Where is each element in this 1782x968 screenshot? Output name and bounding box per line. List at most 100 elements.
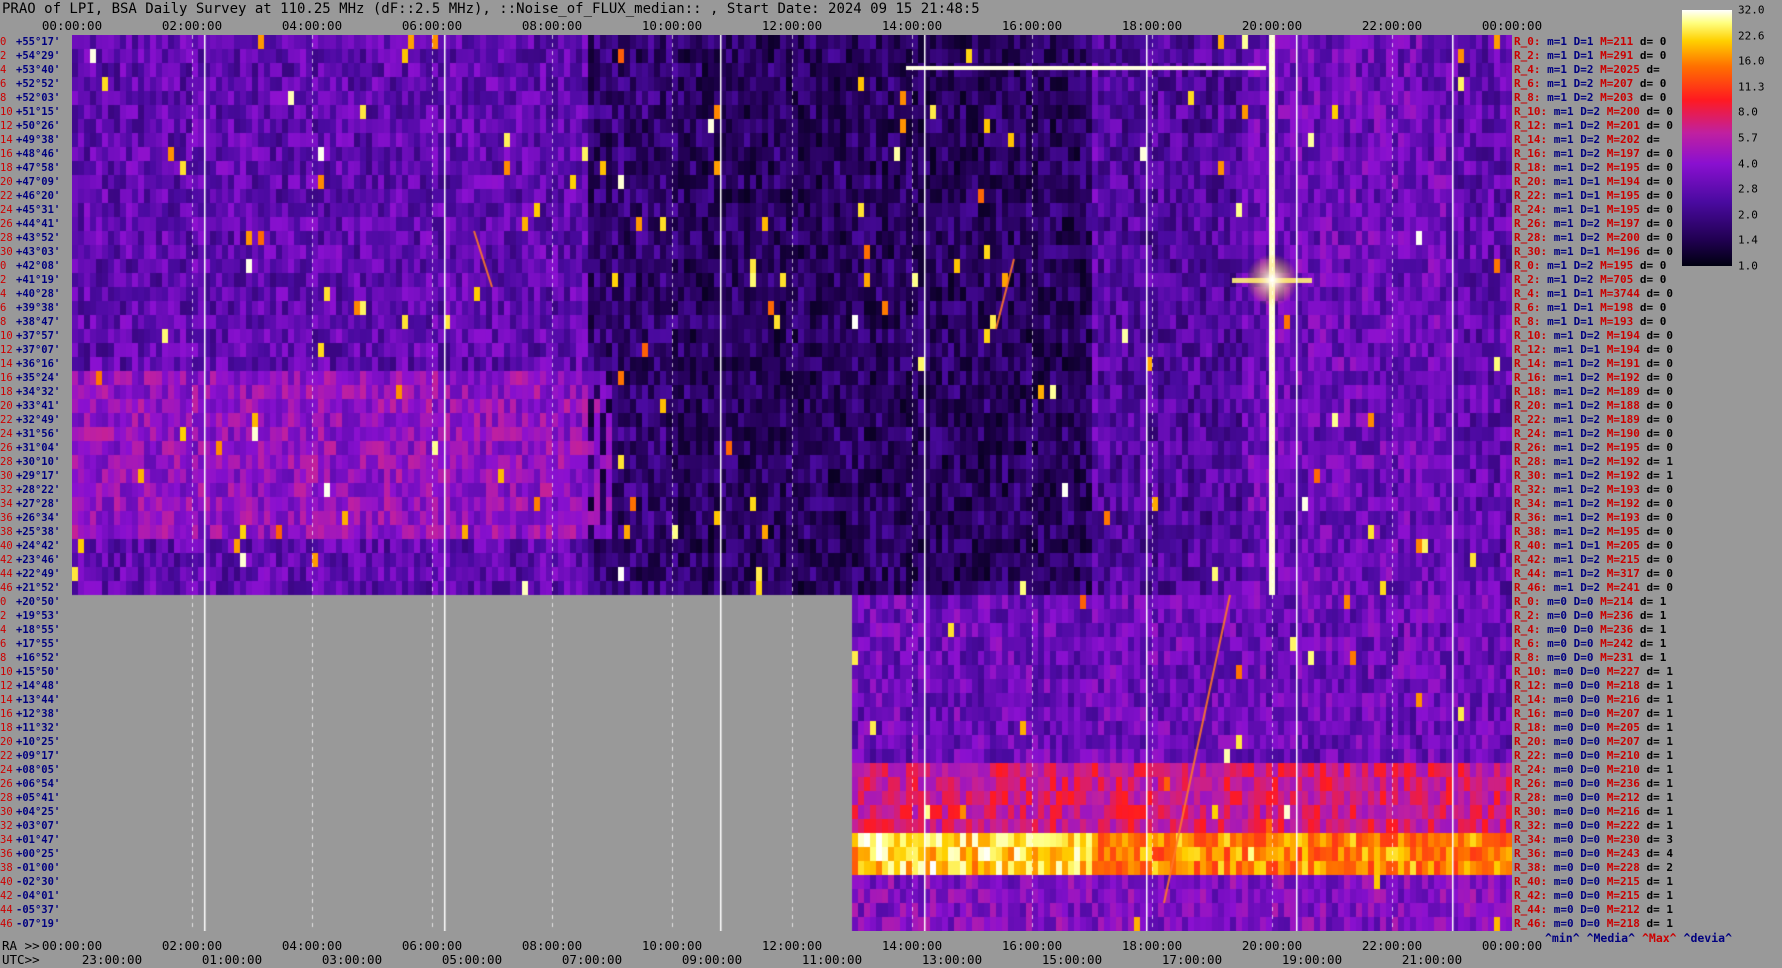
row-declination: +46°20' xyxy=(16,190,61,202)
row-index: 28 xyxy=(0,456,13,468)
dec-row-label: 2 +41°19' xyxy=(0,273,60,287)
beam-max: M=192 xyxy=(1606,371,1647,384)
row-declination: +12°38' xyxy=(16,708,61,720)
dec-row-label: 28 +43°52' xyxy=(0,231,60,245)
ra-time-axis: 00:00:00 02:00:00 04:00:00 06:00:00 08:00:00… xyxy=(0,938,1542,953)
beam-min-dev: m=1 D=2 xyxy=(1553,147,1607,160)
legend-max: ^Max^ xyxy=(1641,931,1677,945)
beam-name: R_28: xyxy=(1514,791,1554,804)
row-index: 14 xyxy=(0,694,13,706)
row-index: 28 xyxy=(0,792,13,804)
beam-row: R_34: m=1 D=2 M=192 d= 0 xyxy=(1514,497,1673,511)
utc-tick-label: 01:00:00 xyxy=(201,952,263,967)
beam-name: R_2: xyxy=(1514,49,1548,62)
row-index: 46 xyxy=(0,918,13,930)
beam-min-dev: m=1 D=2 xyxy=(1553,581,1607,594)
row-index: 40 xyxy=(0,540,13,552)
beam-max: M=207 xyxy=(1600,77,1640,90)
beam-row: R_18: m=0 D=0 M=205 d= 1 xyxy=(1514,721,1673,735)
beam-d: d= 0 xyxy=(1646,245,1673,258)
axis-tick-label: 00:00:00 xyxy=(41,18,103,33)
beam-min-dev: m=1 D=1 xyxy=(1547,301,1601,314)
beam-max: M=210 xyxy=(1606,749,1647,762)
beam-min-dev: m=1 D=1 xyxy=(1553,203,1607,216)
beam-d: d= 0 xyxy=(1646,441,1673,454)
beam-max: M=192 xyxy=(1606,469,1647,482)
beam-name: R_18: xyxy=(1514,385,1554,398)
beam-name: R_40: xyxy=(1514,539,1554,552)
beam-row: R_26: m=0 D=0 M=236 d= 1 xyxy=(1514,777,1673,791)
beam-min-dev: m=1 D=2 xyxy=(1553,553,1607,566)
row-index: 6 xyxy=(0,302,7,314)
beam-min-dev: m=1 D=2 xyxy=(1553,427,1607,440)
axis-tick-label: 00:00:00 xyxy=(1481,18,1543,33)
beam-d: d= 0 xyxy=(1646,385,1673,398)
row-declination: +35°24' xyxy=(16,372,61,384)
legend-median: ^Media^ xyxy=(1586,931,1636,945)
beam-max: M=222 xyxy=(1606,819,1647,832)
beam-max: M=196 xyxy=(1606,245,1647,258)
row-index: 22 xyxy=(0,190,13,202)
row-declination: +24°42' xyxy=(16,540,61,552)
dec-row-label: 44 +22°49' xyxy=(0,567,60,581)
dec-row-label: 26 +44°41' xyxy=(0,217,60,231)
beam-max: M=207 xyxy=(1606,707,1647,720)
beam-min-dev: m=1 D=1 xyxy=(1547,287,1601,300)
beam-name: R_14: xyxy=(1514,357,1554,370)
beam-d: d= 0 xyxy=(1646,287,1673,300)
beam-name: R_26: xyxy=(1514,777,1554,790)
beam-row: R_24: m=0 D=0 M=210 d= 1 xyxy=(1514,763,1673,777)
dec-row-label: 30 +29°17' xyxy=(0,469,60,483)
beam-d: d= 0 xyxy=(1646,231,1673,244)
dec-row-label: 2 +54°29' xyxy=(0,49,60,63)
beam-name: R_16: xyxy=(1514,371,1554,384)
beam-d: d= xyxy=(1646,133,1660,146)
dec-row-label: 32 +03°07' xyxy=(0,819,60,833)
beam-d: d= 0 xyxy=(1639,301,1667,314)
beam-name: R_28: xyxy=(1514,231,1554,244)
row-index: 26 xyxy=(0,218,13,230)
beam-name: R_26: xyxy=(1514,441,1554,454)
beam-row: R_10: m=1 D=2 M=194 d= 0 xyxy=(1514,329,1673,343)
beam-row: R_22: m=1 D=2 M=189 d= 0 xyxy=(1514,413,1673,427)
beam-max: M=317 xyxy=(1606,567,1647,580)
row-declination: +22°49' xyxy=(16,568,61,580)
row-declination: +42°08' xyxy=(16,260,61,272)
row-declination: +26°34' xyxy=(16,512,61,524)
row-index: 18 xyxy=(0,386,13,398)
beam-max: M=203 xyxy=(1600,91,1640,104)
beam-d: d= 0 xyxy=(1646,147,1673,160)
beam-name: R_0: xyxy=(1514,259,1548,272)
row-index: 14 xyxy=(0,134,13,146)
beam-row: R_32: m=1 D=2 M=193 d= 0 xyxy=(1514,483,1673,497)
row-declination: +30°10' xyxy=(16,456,61,468)
axis-tick-label: 00:00:00 xyxy=(41,938,103,953)
beam-d: d= 0 xyxy=(1646,399,1673,412)
beam-d: d= 3 xyxy=(1646,833,1673,846)
beam-min-dev: m=0 D=0 xyxy=(1553,819,1607,832)
beam-row: R_4: m=1 D=2 M=2025 d= xyxy=(1514,63,1660,77)
legend-deviation: ^devia^ xyxy=(1683,931,1732,945)
beam-row: R_38: m=1 D=2 M=195 d= 0 xyxy=(1514,525,1673,539)
utc-tick-label: 23:00:00 xyxy=(81,952,143,967)
dec-row-label: 14 +36°16' xyxy=(0,357,60,371)
beam-min-dev: m=0 D=0 xyxy=(1553,707,1607,720)
colorbar-tick-label: 1.0 xyxy=(1738,259,1758,273)
beam-row: R_26: m=1 D=2 M=197 d= 0 xyxy=(1514,217,1673,231)
row-index: 30 xyxy=(0,470,13,482)
legend-min: ^min^ xyxy=(1545,931,1580,945)
axis-tick-label: 12:00:00 xyxy=(761,18,823,33)
dec-row-label: 28 +05°41' xyxy=(0,791,60,805)
row-index: 44 xyxy=(0,904,13,916)
beam-max: M=188 xyxy=(1606,399,1647,412)
beam-name: R_34: xyxy=(1514,497,1554,510)
row-index: 12 xyxy=(0,344,13,356)
beam-min-dev: m=0 D=0 xyxy=(1553,749,1607,762)
axis-tick-label: 12:00:00 xyxy=(761,938,823,953)
dec-row-label: 46 -07°19' xyxy=(0,917,60,931)
beam-min-dev: m=0 D=0 xyxy=(1553,693,1607,706)
beam-name: R_36: xyxy=(1514,847,1554,860)
beam-d: d= 1 xyxy=(1646,707,1673,720)
row-index: 30 xyxy=(0,806,13,818)
row-index: 42 xyxy=(0,890,13,902)
